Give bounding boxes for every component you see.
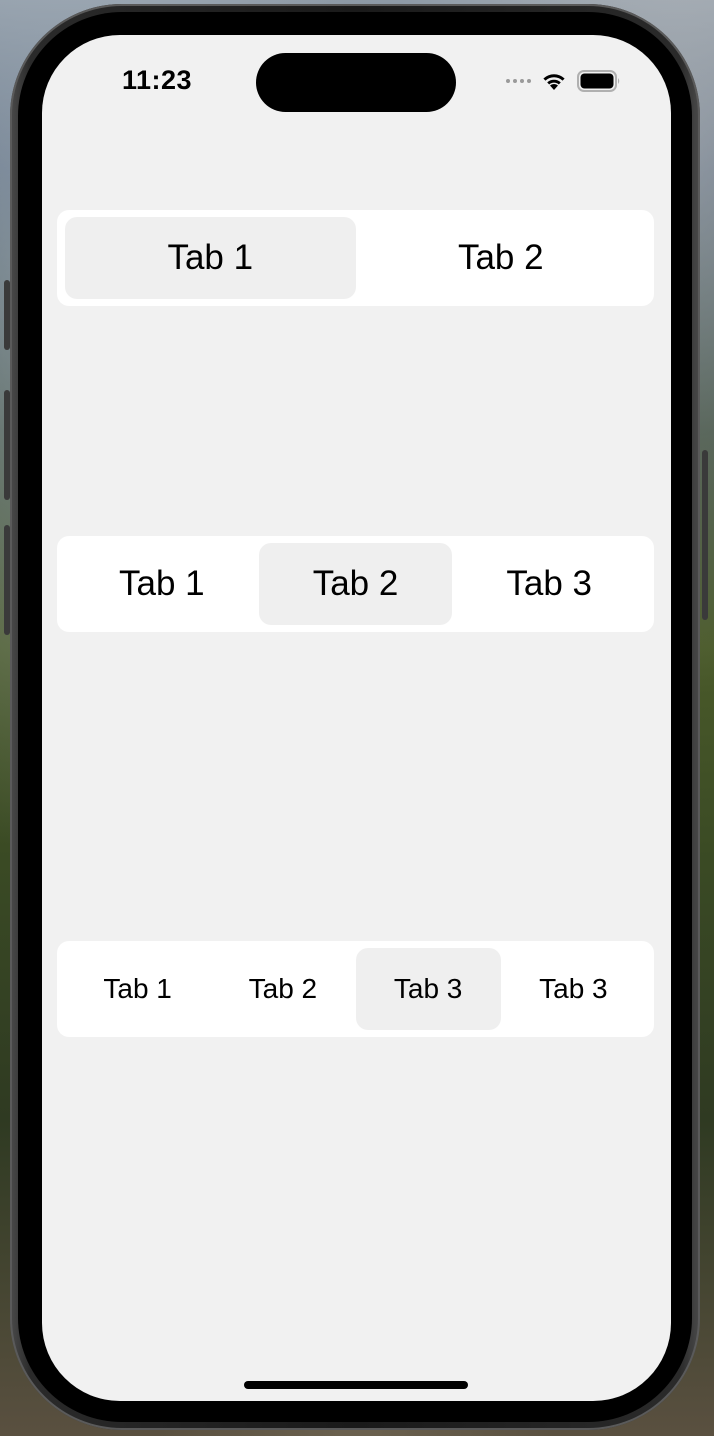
- tab-1[interactable]: Tab 1: [65, 948, 210, 1030]
- volume-up-button: [4, 390, 10, 500]
- segmented-control-three-tabs: Tab 1 Tab 2 Tab 3: [57, 536, 654, 632]
- tab-2[interactable]: Tab 2: [356, 217, 647, 299]
- dynamic-island: [256, 53, 456, 112]
- tab-1[interactable]: Tab 1: [65, 543, 259, 625]
- segmented-control-two-tabs: Tab 1 Tab 2: [57, 210, 654, 306]
- volume-down-button: [4, 525, 10, 635]
- power-button: [702, 450, 708, 620]
- battery-icon: [577, 70, 621, 92]
- signal-dots-icon: [506, 79, 531, 83]
- tab-3[interactable]: Tab 3: [355, 948, 501, 1030]
- home-indicator[interactable]: [244, 1381, 468, 1389]
- tab-2[interactable]: Tab 2: [258, 543, 453, 625]
- wifi-icon: [541, 71, 567, 91]
- status-bar: 11:23: [42, 35, 671, 135]
- tab-1[interactable]: Tab 1: [65, 217, 356, 299]
- tab-3[interactable]: Tab 3: [452, 543, 646, 625]
- tab-2[interactable]: Tab 2: [210, 948, 355, 1030]
- side-button: [4, 280, 10, 350]
- status-icons: [506, 69, 621, 93]
- segmented-control-four-tabs: Tab 1 Tab 2 Tab 3 Tab 3: [57, 941, 654, 1037]
- tab-4[interactable]: Tab 3: [501, 948, 646, 1030]
- phone-screen: 11:23 Tab 1 Tab 2 Tab 1 Tab 2 Tab 3 Tab …: [42, 35, 671, 1401]
- status-time: 11:23: [122, 65, 193, 95]
